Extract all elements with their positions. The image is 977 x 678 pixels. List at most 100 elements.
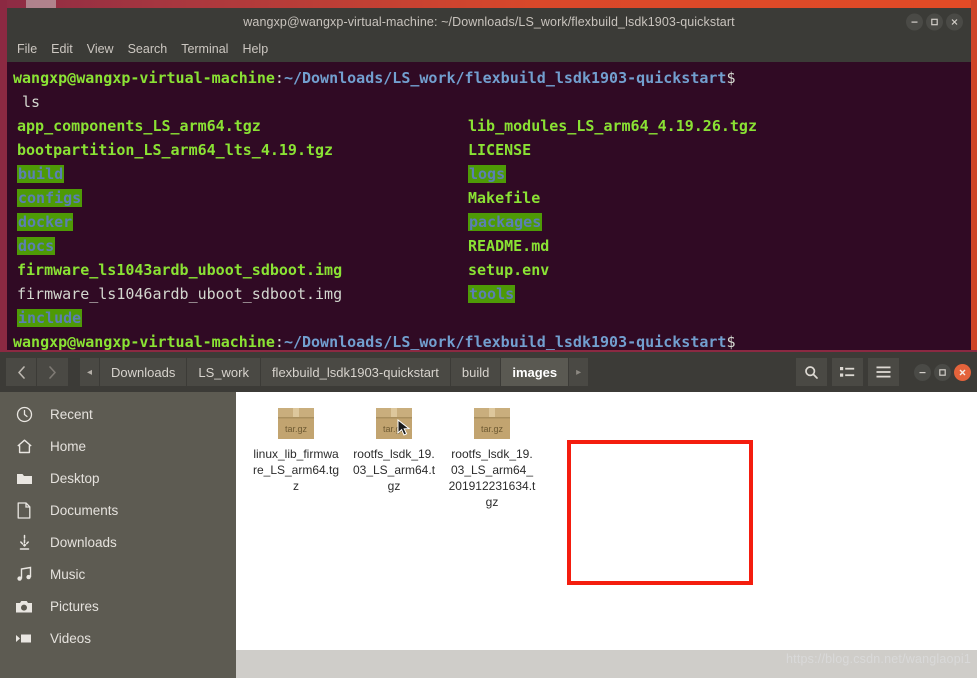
music-note-icon bbox=[14, 566, 34, 582]
sidebar-item-label: Home bbox=[50, 438, 87, 454]
forward-button[interactable] bbox=[37, 358, 68, 386]
sidebar-item-label: Documents bbox=[50, 502, 119, 518]
terminal-menubar: File Edit View Search Terminal Help bbox=[7, 36, 971, 62]
terminal-window: wangxp@wangxp-virtual-machine: ~/Downloa… bbox=[7, 8, 971, 350]
prompt-symbol: $ bbox=[726, 69, 736, 87]
list-item: docker bbox=[17, 213, 74, 231]
breadcrumb: ◂ Downloads LS_work flexbuild_lsdk1903-q… bbox=[80, 358, 590, 386]
prompt-separator: : bbox=[274, 333, 284, 350]
list-view-icon[interactable] bbox=[832, 358, 863, 386]
breadcrumb-item-images[interactable]: images bbox=[501, 358, 570, 386]
listing-column-left: app_components_LS_arm64.tgz bootpartitio… bbox=[9, 114, 464, 330]
list-item: lib_modules_LS_arm64_4.19.26.tgz bbox=[468, 117, 757, 135]
breadcrumb-scroll-left[interactable]: ◂ bbox=[80, 358, 101, 386]
sidebar-item-desktop[interactable]: Desktop bbox=[0, 462, 236, 494]
file-manager-window-controls bbox=[914, 363, 971, 381]
menu-help[interactable]: Help bbox=[242, 42, 268, 56]
sidebar-item-label: Music bbox=[50, 566, 86, 582]
close-icon[interactable] bbox=[954, 363, 971, 381]
sidebar-item-downloads[interactable]: Downloads bbox=[0, 526, 236, 558]
file-manager-body: Recent Home Desktop Documents Downloads … bbox=[0, 392, 977, 678]
terminal-titlebar: wangxp@wangxp-virtual-machine: ~/Downloa… bbox=[7, 8, 971, 36]
list-item: configs bbox=[17, 189, 83, 207]
sidebar: Recent Home Desktop Documents Downloads … bbox=[0, 392, 236, 678]
svg-text:tar.gz: tar.gz bbox=[285, 424, 308, 434]
terminal-prompt-line-1: wangxp@wangxp-virtual-machine:~/Download… bbox=[9, 66, 971, 90]
list-item: include bbox=[17, 309, 83, 327]
list-item: logs bbox=[468, 165, 507, 183]
minimize-icon[interactable] bbox=[914, 363, 931, 381]
back-button[interactable] bbox=[6, 358, 37, 386]
prompt-separator: : bbox=[274, 69, 284, 87]
command-text: ls bbox=[22, 93, 41, 111]
list-item: firmware_ls1043ardb_uboot_sdboot.img bbox=[17, 261, 343, 279]
list-item: tools bbox=[468, 285, 516, 303]
file-item[interactable]: tar.gz linux_lib_firmware_LS_arm64.tgz bbox=[250, 402, 342, 510]
prompt-symbol: $ bbox=[726, 333, 736, 350]
sidebar-item-recent[interactable]: Recent bbox=[0, 398, 236, 430]
menu-terminal[interactable]: Terminal bbox=[181, 42, 228, 56]
document-icon bbox=[14, 501, 34, 519]
camera-icon bbox=[14, 599, 34, 614]
icon-grid: tar.gz linux_lib_firmware_LS_arm64.tgz t… bbox=[236, 392, 977, 510]
prompt-path: ~/Downloads/LS_work/flexbuild_lsdk1903-q… bbox=[283, 69, 727, 87]
sidebar-item-music[interactable]: Music bbox=[0, 558, 236, 590]
close-icon[interactable] bbox=[946, 13, 963, 31]
file-name-label: rootfs_lsdk_19.03_LS_arm64.tgz bbox=[352, 447, 436, 493]
menu-file[interactable]: File bbox=[17, 42, 37, 56]
list-item: LICENSE bbox=[468, 141, 532, 159]
list-item: README.md bbox=[468, 237, 550, 255]
list-item: setup.env bbox=[468, 261, 550, 279]
search-icon[interactable] bbox=[796, 358, 827, 386]
terminal-title: wangxp@wangxp-virtual-machine: ~/Downloa… bbox=[243, 15, 735, 29]
tar-gz-archive-icon: tar.gz bbox=[371, 402, 417, 442]
desktop-left-edge bbox=[0, 0, 7, 350]
terminal-command-line: ls bbox=[9, 90, 971, 114]
tar-gz-archive-icon: tar.gz bbox=[273, 402, 319, 442]
svg-text:tar.gz: tar.gz bbox=[481, 424, 504, 434]
file-name-label: linux_lib_firmware_LS_arm64.tgz bbox=[252, 447, 340, 493]
prompt-path: ~/Downloads/LS_work/flexbuild_lsdk1903-q… bbox=[283, 333, 727, 350]
breadcrumb-item-ls-work[interactable]: LS_work bbox=[187, 358, 261, 386]
breadcrumb-item-downloads[interactable]: Downloads bbox=[100, 358, 188, 386]
screen: wangxp@wangxp-virtual-machine: ~/Downloa… bbox=[0, 0, 977, 678]
terminal-window-controls bbox=[906, 13, 963, 31]
menu-search[interactable]: Search bbox=[128, 42, 168, 56]
listing-column-right: lib_modules_LS_arm64_4.19.26.tgz LICENSE… bbox=[464, 114, 757, 330]
folder-icon bbox=[14, 471, 34, 486]
terminal-output-area[interactable]: wangxp@wangxp-virtual-machine:~/Download… bbox=[7, 62, 971, 350]
file-name-label: rootfs_lsdk_19.03_LS_arm64_201912231634.… bbox=[448, 447, 536, 509]
video-icon bbox=[14, 632, 34, 645]
list-item: packages bbox=[468, 213, 543, 231]
menu-view[interactable]: View bbox=[87, 42, 114, 56]
file-list-area[interactable]: tar.gz linux_lib_firmware_LS_arm64.tgz t… bbox=[236, 392, 977, 678]
download-icon bbox=[14, 534, 34, 551]
menu-edit[interactable]: Edit bbox=[51, 42, 73, 56]
clock-icon bbox=[14, 406, 34, 423]
list-item: app_components_LS_arm64.tgz bbox=[17, 117, 261, 135]
file-manager-toolbar: ◂ Downloads LS_work flexbuild_lsdk1903-q… bbox=[0, 352, 977, 392]
maximize-icon[interactable] bbox=[926, 13, 943, 31]
sidebar-item-label: Pictures bbox=[50, 598, 99, 614]
file-item[interactable]: tar.gz rootfs_lsdk_19.03_LS_arm64.tgz bbox=[348, 402, 440, 510]
list-item: bootpartition_LS_arm64_lts_4.19.tgz bbox=[17, 141, 334, 159]
hamburger-menu-icon[interactable] bbox=[868, 358, 899, 386]
sidebar-item-label: Recent bbox=[50, 406, 93, 422]
file-item[interactable]: tar.gz rootfs_lsdk_19.03_LS_arm64_201912… bbox=[446, 402, 538, 510]
maximize-icon[interactable] bbox=[934, 363, 951, 381]
home-icon bbox=[14, 438, 34, 455]
breadcrumb-item-build[interactable]: build bbox=[450, 358, 502, 386]
sidebar-item-label: Videos bbox=[50, 630, 92, 646]
minimize-icon[interactable] bbox=[906, 13, 923, 31]
list-item: Makefile bbox=[468, 189, 541, 207]
tar-gz-archive-icon: tar.gz bbox=[469, 402, 515, 442]
sidebar-item-videos[interactable]: Videos bbox=[0, 622, 236, 654]
list-item: build bbox=[17, 165, 65, 183]
file-manager-window: ◂ Downloads LS_work flexbuild_lsdk1903-q… bbox=[0, 352, 977, 678]
prompt-user-host: wangxp@wangxp-virtual-machine bbox=[13, 333, 275, 350]
sidebar-item-home[interactable]: Home bbox=[0, 430, 236, 462]
sidebar-item-pictures[interactable]: Pictures bbox=[0, 590, 236, 622]
breadcrumb-item-flexbuild[interactable]: flexbuild_lsdk1903-quickstart bbox=[260, 358, 451, 386]
breadcrumb-scroll-right[interactable]: ▸ bbox=[569, 358, 590, 386]
sidebar-item-documents[interactable]: Documents bbox=[0, 494, 236, 526]
